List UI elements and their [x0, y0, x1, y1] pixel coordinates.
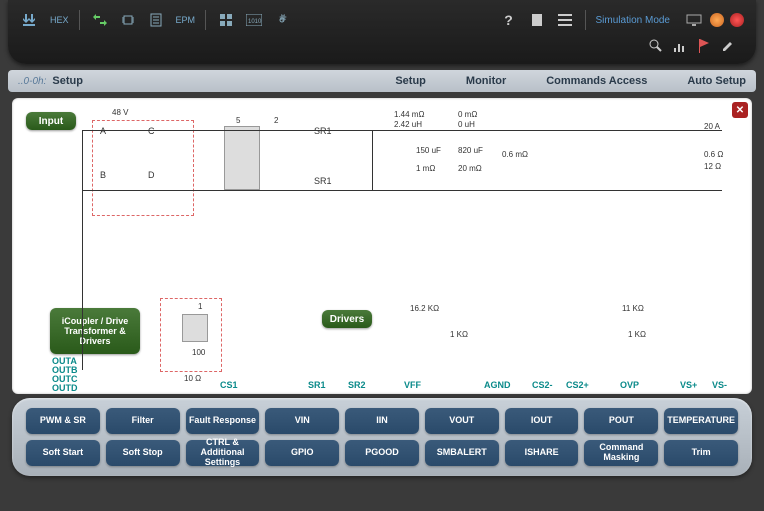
pin-vsm: VS- — [712, 380, 727, 390]
flag-icon[interactable] — [696, 38, 712, 54]
status-err-icon — [730, 13, 744, 27]
schematic-canvas: ✕ Input Drivers iCoupler / Drive Transfo… — [12, 98, 752, 394]
turns-secondary: 2 — [274, 116, 278, 125]
rvff-value: 16.2 KΩ — [410, 304, 439, 313]
doc-icon[interactable] — [146, 10, 166, 30]
pin-agnd: AGND — [484, 380, 511, 390]
btn-iout[interactable]: IOUT — [505, 408, 579, 434]
r1-value: 1.44 mΩ — [394, 110, 424, 119]
pin-cs1: CS1 — [220, 380, 238, 390]
btn-pwm-sr[interactable]: PWM & SR — [26, 408, 100, 434]
page-icon[interactable] — [527, 10, 547, 30]
ct-val: 100 — [192, 348, 205, 357]
ct-transformer — [182, 314, 208, 342]
pin-cs2p: CS2+ — [566, 380, 589, 390]
btn-ctrl[interactable]: CTRL & Additional Settings — [186, 440, 260, 466]
btn-gpio[interactable]: GPIO — [265, 440, 339, 466]
btn-iin[interactable]: IIN — [345, 408, 419, 434]
chip-icon[interactable] — [118, 10, 138, 30]
close-icon[interactable]: ✕ — [732, 102, 748, 118]
sr2-label: SR1 — [314, 176, 332, 186]
bridge-box — [92, 120, 194, 216]
hex-label: HEX — [50, 15, 69, 25]
btn-vin[interactable]: VIN — [265, 408, 339, 434]
ct-turns: 1 — [198, 302, 202, 311]
list-icon[interactable] — [555, 10, 575, 30]
edit-icon[interactable] — [720, 38, 736, 54]
epm-label: EPM — [176, 15, 196, 25]
r3-value: 0.6 mΩ — [502, 150, 528, 159]
btn-vout[interactable]: VOUT — [425, 408, 499, 434]
tab-commands[interactable]: Commands Access — [546, 75, 647, 87]
sim-mode-label: Simulation Mode — [596, 15, 670, 26]
transformer — [224, 126, 260, 190]
turns-primary: 5 — [236, 116, 240, 125]
download-icon[interactable] — [20, 10, 40, 30]
top-toolbar: HEX EPM 1010 ? Simulation Mode — [8, 0, 756, 64]
svg-text:1010: 1010 — [248, 19, 262, 25]
sr1-label: SR1 — [314, 126, 332, 136]
search-icon[interactable] — [648, 38, 664, 54]
pin-cs2m: CS2- — [532, 380, 553, 390]
rovp2-value: 1 KΩ — [628, 330, 646, 339]
btn-fault[interactable]: Fault Response — [186, 408, 260, 434]
pin-sr1: SR1 — [308, 380, 326, 390]
rc2-value: 20 mΩ — [458, 164, 482, 173]
l1-value: 2.42 uH — [394, 120, 422, 129]
tab-monitor[interactable]: Monitor — [466, 75, 506, 87]
btn-filter[interactable]: Filter — [106, 408, 180, 434]
btn-softstart[interactable]: Soft Start — [26, 440, 100, 466]
tab-bar: ..0-0h:Setup Setup Monitor Commands Acce… — [8, 70, 756, 92]
chart-icon[interactable] — [672, 38, 688, 54]
gear-icon[interactable] — [272, 10, 292, 30]
r2-value: 0 mΩ — [458, 110, 477, 119]
btn-pout[interactable]: POUT — [584, 408, 658, 434]
supply-value: 48 V — [112, 108, 128, 117]
btn-softstop[interactable]: Soft Stop — [106, 440, 180, 466]
rload1-value: 0.6 Ω — [704, 150, 723, 159]
l2-value: 0 uH — [458, 120, 475, 129]
binary-icon[interactable]: 1010 — [244, 10, 264, 30]
rvff2-value: 1 KΩ — [450, 330, 468, 339]
help-icon[interactable]: ? — [499, 10, 519, 30]
btn-temp[interactable]: TEMPERATURE — [664, 408, 738, 434]
out-d: OUTD — [52, 383, 78, 393]
btn-smbalert[interactable]: SMBALERT — [425, 440, 499, 466]
btn-trim[interactable]: Trim — [664, 440, 738, 466]
pin-vff: VFF — [404, 380, 421, 390]
ct-ohm: 10 Ω — [184, 374, 201, 383]
tab-autosetup[interactable]: Auto Setup — [687, 75, 746, 87]
pin-vsp: VS+ — [680, 380, 697, 390]
rload2-value: 12 Ω — [704, 162, 721, 171]
grid-icon[interactable] — [216, 10, 236, 30]
rovp-value: 11 KΩ — [622, 304, 644, 313]
rc1-value: 1 mΩ — [416, 164, 435, 173]
input-block[interactable]: Input — [26, 112, 76, 130]
config-button-panel: PWM & SR Filter Fault Response VIN IIN V… — [12, 398, 752, 476]
btn-pgood[interactable]: PGOOD — [345, 440, 419, 466]
tab-setup[interactable]: Setup — [395, 75, 426, 87]
btn-ishare[interactable]: ISHARE — [505, 440, 579, 466]
pin-ovp: OVP — [620, 380, 639, 390]
c2-value: 820 uF — [458, 146, 483, 155]
pin-sr2: SR2 — [348, 380, 366, 390]
btn-cmdmask[interactable]: Command Masking — [584, 440, 658, 466]
coupler-block[interactable]: iCoupler / Drive Transformer & Drivers — [50, 308, 140, 354]
monitor-icon[interactable] — [684, 10, 704, 30]
breadcrumb: ..0-0h:Setup — [18, 75, 83, 87]
drivers-block[interactable]: Drivers — [322, 310, 372, 328]
status-warn-icon — [710, 13, 724, 27]
transfer-icon[interactable] — [90, 10, 110, 30]
c1-value: 150 uF — [416, 146, 441, 155]
